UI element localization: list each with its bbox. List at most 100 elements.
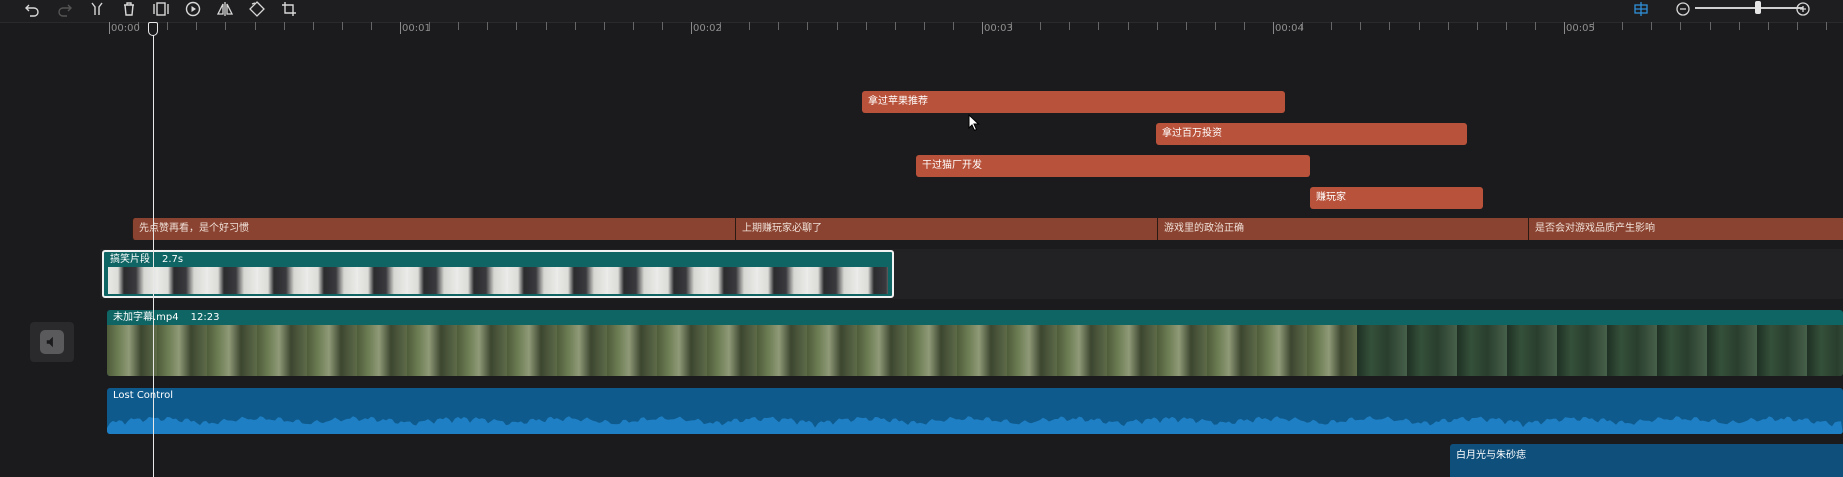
ruler-major-tick <box>982 22 983 34</box>
ruler-minor-tick <box>1098 22 1100 30</box>
ruler-major-tick <box>691 22 692 34</box>
ruler-minor-tick <box>865 22 867 30</box>
ruler-time-label: 00:03 <box>984 23 1013 34</box>
ruler-time-label: 00:00 <box>111 23 140 34</box>
subtitle-clip[interactable]: 先点赞再看，是个好习惯 <box>132 218 735 240</box>
ruler-minor-tick <box>1185 22 1187 30</box>
track-mute-button[interactable] <box>30 322 74 362</box>
ruler-minor-tick <box>1331 22 1333 30</box>
subtitle-clip[interactable]: 游戏里的政治正确 <box>1157 218 1528 240</box>
subtitle-clip[interactable]: 上期赚玩家必聊了 <box>735 218 1157 240</box>
freeze-frame-icon[interactable] <box>150 0 172 18</box>
ruler-minor-tick <box>632 22 634 30</box>
ruler-minor-tick <box>458 22 460 30</box>
video-clip-selected[interactable]: 搞笑片段 2.7s <box>102 250 894 298</box>
audio-waveform <box>107 416 1843 434</box>
ruler-minor-tick <box>603 22 605 30</box>
ruler-time-label: 00:05 <box>1566 23 1595 34</box>
ruler-minor-tick <box>254 22 256 30</box>
ruler-minor-tick <box>225 22 227 30</box>
ruler-time-label: 00:02 <box>693 23 722 34</box>
zoom-in-icon[interactable] <box>1792 0 1814 18</box>
audio-clip-name: Lost Control <box>113 390 173 401</box>
crop-icon[interactable] <box>278 0 300 18</box>
time-ruler[interactable]: 00:00 00:01 00:02 00:03 00:04 00:05 <box>0 22 1843 36</box>
mouse-cursor-icon <box>968 114 980 132</box>
clip-name: 搞笑片段 <box>110 254 150 265</box>
redo-icon[interactable] <box>54 0 76 18</box>
speaker-icon <box>40 330 64 354</box>
audio-clip-name: 白月光与朱砂痣 <box>1456 450 1526 461</box>
ruler-minor-tick <box>1127 22 1129 30</box>
ruler-minor-tick <box>1796 22 1798 30</box>
ruler-minor-tick <box>807 22 809 30</box>
ruler-minor-tick <box>1767 22 1769 30</box>
ruler-minor-tick <box>1709 22 1711 30</box>
ruler-minor-tick <box>1040 22 1042 30</box>
ruler-minor-tick <box>341 22 343 30</box>
delete-icon[interactable] <box>118 0 140 18</box>
ruler-minor-tick <box>196 22 198 30</box>
ruler-minor-tick <box>574 22 576 30</box>
ruler-major-tick <box>400 22 401 34</box>
ruler-minor-tick <box>1680 22 1682 30</box>
zoom-out-icon[interactable] <box>1672 0 1694 18</box>
ruler-minor-tick <box>370 22 372 30</box>
clip-thumbnails-dark <box>1357 325 1843 376</box>
clip-duration: 2.7s <box>162 254 184 265</box>
ruler-time-label: 00:04 <box>1275 23 1304 34</box>
undo-icon[interactable] <box>21 0 43 18</box>
text-clip[interactable]: 拿过百万投资 <box>1156 123 1467 145</box>
playhead-handle[interactable] <box>148 22 158 36</box>
ruler-minor-tick <box>1389 22 1391 30</box>
ruler-minor-tick <box>894 22 896 30</box>
split-icon[interactable] <box>86 0 108 18</box>
ruler-minor-tick <box>1651 22 1653 30</box>
timeline-toolbar <box>0 0 1843 23</box>
ruler-major-tick <box>1564 22 1565 34</box>
ruler-minor-tick <box>1214 22 1216 30</box>
ruler-minor-tick <box>836 22 838 30</box>
ruler-minor-tick <box>312 22 314 30</box>
ruler-minor-tick <box>1069 22 1071 30</box>
text-clip[interactable]: 赚玩家 <box>1310 187 1483 209</box>
ruler-minor-tick <box>1447 22 1449 30</box>
ruler-major-tick <box>109 22 110 34</box>
ruler-minor-tick <box>283 22 285 30</box>
text-clip[interactable]: 拿过苹果推荐 <box>862 91 1285 113</box>
clip-thumbnails <box>108 267 888 294</box>
ruler-minor-tick <box>661 22 663 30</box>
subtitle-clip[interactable]: 是否会对游戏品质产生影响 <box>1528 218 1843 240</box>
play-icon[interactable] <box>182 0 204 18</box>
zoom-slider-handle[interactable] <box>1755 1 1761 14</box>
ruler-minor-tick <box>1622 22 1624 30</box>
ruler-minor-tick <box>749 22 751 30</box>
ruler-time-label: 00:01 <box>402 23 431 34</box>
snap-icon[interactable] <box>1630 0 1652 18</box>
waveform-shape <box>107 416 1843 434</box>
clip-duration: 12:23 <box>190 312 220 323</box>
clip-header: 搞笑片段 2.7s <box>104 252 892 267</box>
ruler-minor-tick <box>516 22 518 30</box>
mirror-icon[interactable] <box>214 0 236 18</box>
main-video-clip[interactable]: 未加字幕.mp4 12:23 <box>107 310 1843 376</box>
clip-header: 未加字幕.mp4 12:23 <box>107 310 1843 325</box>
ruler-minor-tick <box>1825 22 1827 30</box>
ruler-minor-tick <box>778 22 780 30</box>
audio-clip[interactable]: Lost Control <box>107 388 1843 434</box>
playhead-line[interactable] <box>153 22 154 477</box>
ruler-major-tick <box>1273 22 1274 34</box>
zoom-slider-track[interactable] <box>1695 7 1803 9</box>
clip-name: 未加字幕.mp4 <box>113 312 179 323</box>
text-clip[interactable]: 干过猫厂开发 <box>916 155 1310 177</box>
rotate-icon[interactable] <box>246 0 268 18</box>
ruler-minor-tick <box>923 22 925 30</box>
ruler-minor-tick <box>1156 22 1158 30</box>
ruler-minor-tick <box>487 22 489 30</box>
ruler-minor-tick <box>1418 22 1420 30</box>
ruler-minor-tick <box>952 22 954 30</box>
audio-clip[interactable]: 白月光与朱砂痣 <box>1450 444 1843 477</box>
ruler-minor-tick <box>1505 22 1507 30</box>
ruler-minor-tick <box>1534 22 1536 30</box>
ruler-minor-tick <box>1738 22 1740 30</box>
